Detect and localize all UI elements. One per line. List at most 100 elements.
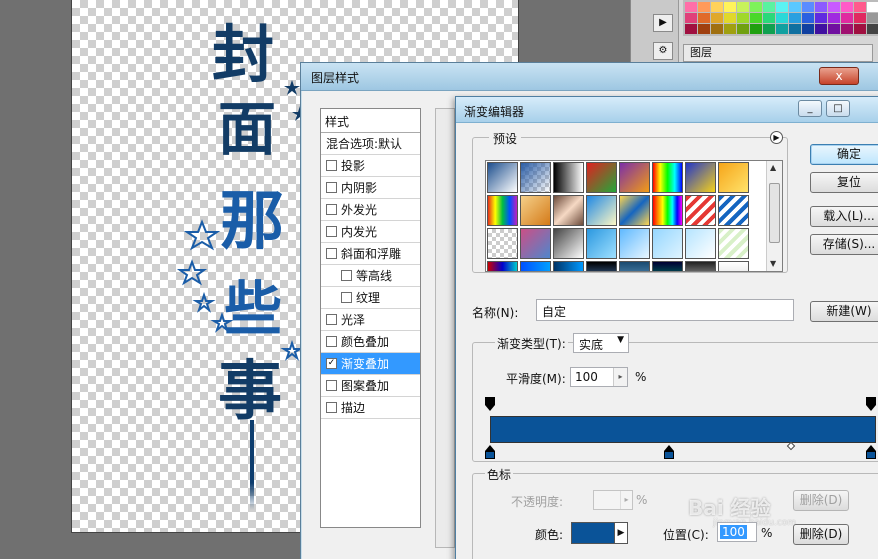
color-swatch[interactable] — [789, 24, 801, 34]
color-swatch[interactable] — [737, 13, 749, 23]
close-icon[interactable]: x — [819, 67, 859, 85]
gradient-preset[interactable] — [553, 195, 584, 226]
effect-item[interactable]: 外发光 — [321, 199, 420, 221]
gradient-preset[interactable] — [520, 195, 551, 226]
gradient-preset[interactable] — [685, 195, 716, 226]
gradient-preset[interactable] — [520, 228, 551, 259]
color-swatch[interactable] — [815, 13, 827, 23]
stop-color-swatch[interactable] — [571, 522, 615, 544]
gradient-preset[interactable] — [652, 228, 683, 259]
color-swatch[interactable] — [763, 2, 775, 12]
checkbox[interactable] — [326, 314, 337, 325]
ok-button[interactable]: 确定 — [810, 144, 878, 165]
color-swatch[interactable] — [724, 24, 736, 34]
color-swatch[interactable] — [828, 24, 840, 34]
color-swatch[interactable] — [685, 2, 697, 12]
color-stop-left[interactable] — [485, 445, 495, 459]
swatches-panel[interactable] — [683, 0, 878, 36]
color-swatch[interactable] — [854, 24, 866, 34]
color-swatch[interactable] — [698, 2, 710, 12]
scroll-up-icon[interactable]: ▲ — [770, 163, 776, 172]
color-swatch[interactable] — [776, 24, 788, 34]
effect-item[interactable]: 光泽 — [321, 309, 420, 331]
color-swatch[interactable] — [815, 2, 827, 12]
gradient-preset[interactable] — [520, 162, 551, 193]
checkbox[interactable] — [341, 292, 352, 303]
blend-options-item[interactable]: 混合选项:默认 — [321, 133, 420, 155]
effect-item[interactable]: 纹理 — [321, 287, 420, 309]
checkbox[interactable] — [326, 402, 337, 413]
gradient-preset[interactable] — [487, 195, 518, 226]
color-menu-icon[interactable]: ▶ — [614, 522, 628, 544]
color-swatch[interactable] — [802, 24, 814, 34]
presets-scrollbar[interactable]: ▲ ▼ — [766, 161, 782, 271]
color-swatch[interactable] — [750, 24, 762, 34]
gradient-preset[interactable] — [487, 261, 518, 271]
color-swatch[interactable] — [854, 13, 866, 23]
color-swatch[interactable] — [698, 13, 710, 23]
color-swatch[interactable] — [750, 2, 762, 12]
gradient-preset[interactable] — [586, 228, 617, 259]
color-swatch[interactable] — [828, 2, 840, 12]
color-swatch[interactable] — [776, 13, 788, 23]
checkbox[interactable] — [326, 336, 337, 347]
checkbox[interactable] — [326, 160, 337, 171]
effect-item[interactable]: 内阴影 — [321, 177, 420, 199]
color-stop-right[interactable] — [866, 445, 876, 459]
color-swatch[interactable] — [737, 24, 749, 34]
gradient-preset[interactable] — [652, 162, 683, 193]
effect-item[interactable]: 图案叠加 — [321, 375, 420, 397]
delete-color-button[interactable]: 删除(D) — [793, 524, 849, 545]
color-swatch[interactable] — [802, 2, 814, 12]
gradient-preset[interactable] — [718, 162, 749, 193]
color-swatch[interactable] — [789, 2, 801, 12]
color-swatch[interactable] — [854, 2, 866, 12]
gradient-preset[interactable] — [652, 261, 683, 271]
presets-menu-icon[interactable]: ▶ — [770, 131, 783, 144]
color-swatch[interactable] — [724, 13, 736, 23]
checkbox[interactable] — [326, 248, 337, 259]
checkbox[interactable] — [326, 380, 337, 391]
layers-tab[interactable]: 图层 — [683, 44, 873, 62]
gradient-type-select[interactable]: 实底 ▼ — [573, 333, 629, 353]
color-swatch[interactable] — [867, 2, 878, 12]
color-swatch[interactable] — [841, 2, 853, 12]
color-swatch[interactable] — [867, 13, 878, 23]
spin-arrow-icon[interactable]: ▸ — [613, 368, 627, 386]
gradient-preset[interactable] — [652, 195, 683, 226]
gradient-preset[interactable] — [586, 195, 617, 226]
gradient-preset[interactable] — [685, 228, 716, 259]
opacity-stop-right[interactable] — [866, 397, 876, 411]
smoothness-input[interactable]: 100 ▸ — [570, 367, 628, 387]
color-swatch[interactable] — [724, 2, 736, 12]
name-field[interactable]: 自定 — [536, 299, 794, 321]
gradient-preset[interactable] — [619, 228, 650, 259]
checked-checkbox[interactable]: ✓ — [326, 358, 337, 369]
scroll-thumb[interactable] — [769, 183, 780, 243]
gradient-preset[interactable] — [553, 261, 584, 271]
effect-item[interactable]: 投影 — [321, 155, 420, 177]
load-button[interactable]: 载入(L)... — [810, 206, 878, 227]
color-swatch[interactable] — [815, 24, 827, 34]
gradient-preset[interactable] — [685, 162, 716, 193]
checkbox[interactable] — [341, 270, 352, 281]
gradient-preset[interactable] — [718, 195, 749, 226]
gradient-preset[interactable] — [619, 261, 650, 271]
play-action-button[interactable]: ▶ — [653, 14, 673, 32]
color-swatch[interactable] — [841, 24, 853, 34]
effect-item[interactable]: ✓ 渐变叠加 — [321, 353, 420, 375]
color-swatch[interactable] — [685, 13, 697, 23]
color-swatch[interactable] — [763, 13, 775, 23]
panel-icon-button[interactable]: ⚙ — [653, 42, 673, 60]
reset-button[interactable]: 复位 — [810, 172, 878, 193]
minimize-icon[interactable]: _ — [798, 100, 822, 117]
color-swatch[interactable] — [711, 13, 723, 23]
save-button[interactable]: 存储(S)... — [810, 234, 878, 255]
gradient-preset[interactable] — [487, 162, 518, 193]
scroll-down-icon[interactable]: ▼ — [770, 259, 776, 268]
gradient-preset[interactable] — [586, 162, 617, 193]
color-swatch[interactable] — [828, 13, 840, 23]
color-swatch[interactable] — [867, 24, 878, 34]
effect-item[interactable]: 斜面和浮雕 — [321, 243, 420, 265]
new-button[interactable]: 新建(W) — [810, 301, 878, 322]
